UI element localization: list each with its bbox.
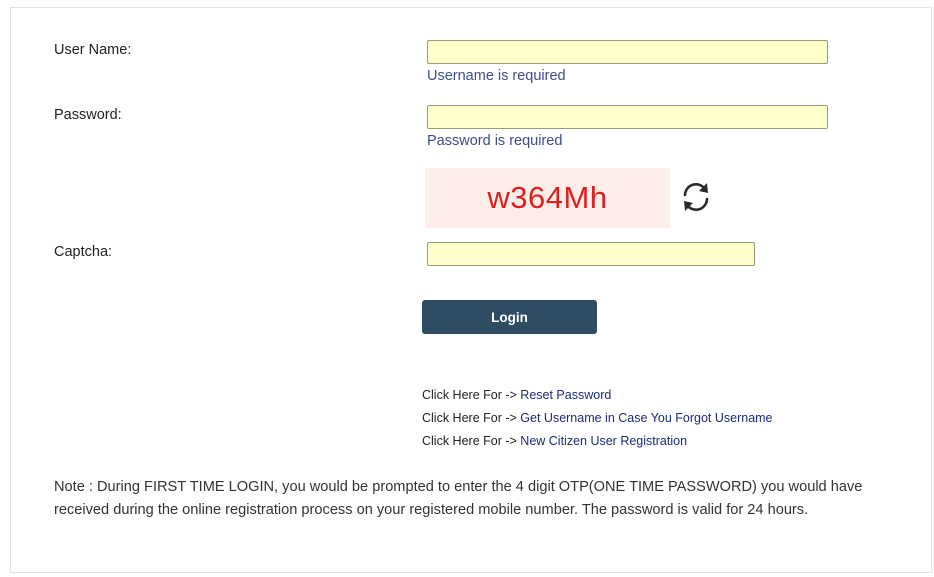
link-prefix: Click Here For -> <box>422 434 517 448</box>
captcha-image: w364Mh <box>425 168 670 228</box>
link-prefix: Click Here For -> <box>422 388 517 402</box>
link-row-new-registration: Click Here For -> New Citizen User Regis… <box>422 434 687 448</box>
refresh-icon[interactable] <box>677 180 715 214</box>
reset-password-link[interactable]: Reset Password <box>520 388 611 402</box>
link-row-reset-password: Click Here For -> Reset Password <box>422 388 611 402</box>
captcha-label: Captcha: <box>54 244 113 260</box>
password-error: Password is required <box>427 133 563 149</box>
first-login-note: Note : During FIRST TIME LOGIN, you woul… <box>54 479 863 518</box>
username-error: Username is required <box>427 68 566 84</box>
username-label: User Name: <box>54 42 132 58</box>
captcha-input[interactable] <box>427 242 755 266</box>
forgot-username-link[interactable]: Get Username in Case You Forgot Username <box>520 411 772 425</box>
new-registration-link[interactable]: New Citizen User Registration <box>520 434 687 448</box>
password-label: Password: <box>54 107 122 123</box>
login-button[interactable]: Login <box>422 300 597 334</box>
username-input[interactable] <box>427 40 828 64</box>
password-input[interactable] <box>427 105 828 129</box>
link-prefix: Click Here For -> <box>422 411 517 425</box>
link-row-forgot-username: Click Here For -> Get Username in Case Y… <box>422 411 773 425</box>
